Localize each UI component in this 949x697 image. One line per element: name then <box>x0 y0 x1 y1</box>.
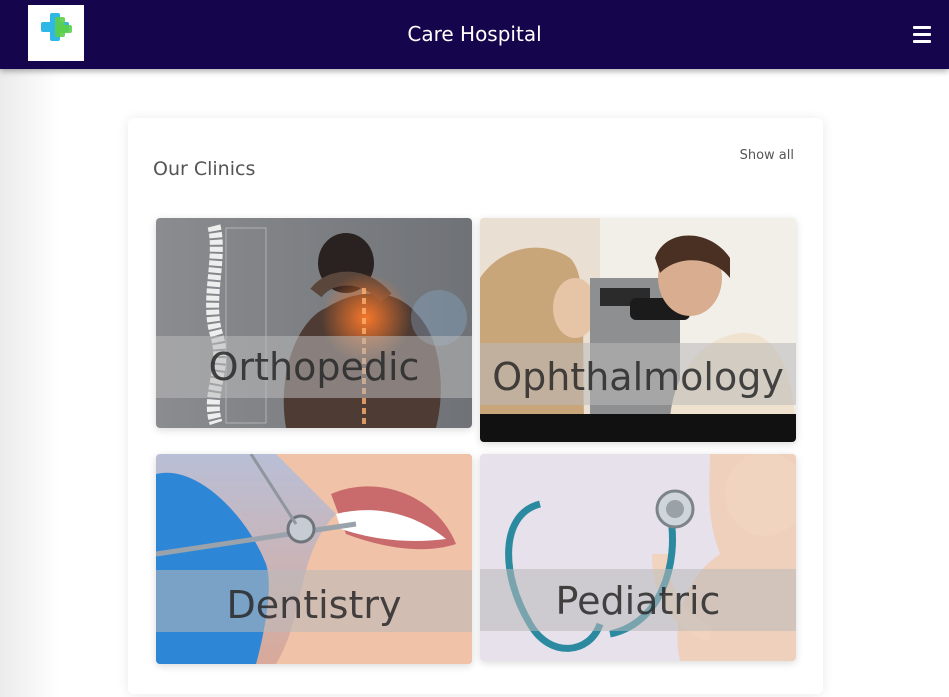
clinic-label: Orthopedic <box>208 345 420 389</box>
hamburger-menu-icon[interactable] <box>911 23 933 45</box>
clinic-label: Pediatric <box>555 579 721 623</box>
clinic-card-orthopedic[interactable]: Orthopedic <box>156 218 472 428</box>
clinics-card: Our Clinics Show all Orthopedic Ophthalm… <box>128 118 823 694</box>
clinic-label: Dentistry <box>226 583 402 627</box>
section-title: Our Clinics <box>153 157 256 180</box>
clinic-card-ophthalmology[interactable]: Ophthalmology <box>480 218 796 442</box>
page-shadow <box>0 69 60 697</box>
top-navbar: Care Hospital <box>0 0 949 69</box>
clinic-card-pediatric[interactable]: Pediatric <box>480 454 796 661</box>
eye-exam-photo <box>480 218 796 442</box>
show-all-link[interactable]: Show all <box>740 148 794 163</box>
app-title: Care Hospital <box>407 22 542 46</box>
clinic-label: Ophthalmology <box>492 355 784 399</box>
clinic-card-dentistry[interactable]: Dentistry <box>156 454 472 664</box>
